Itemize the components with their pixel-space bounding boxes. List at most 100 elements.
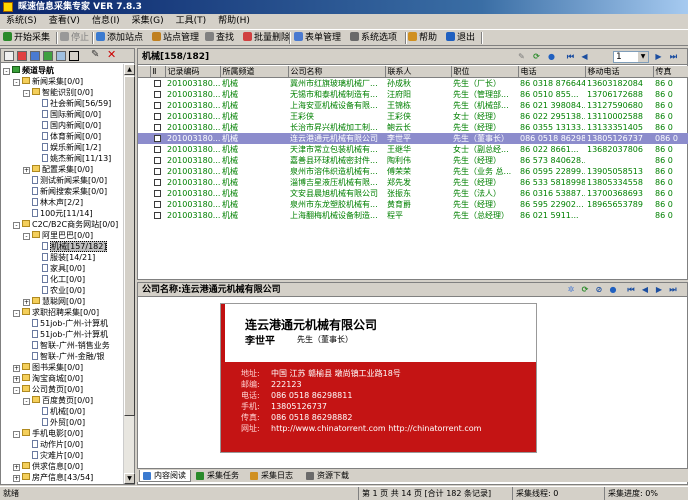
- first-page-icon[interactable]: ⏮: [565, 51, 576, 62]
- column-header[interactable]: 公司名称: [288, 66, 386, 78]
- tree-node[interactable]: - 智能识别[0/0]: [23, 87, 93, 98]
- tree-node[interactable]: 100元[11/14]: [23, 208, 93, 219]
- menu-item[interactable]: 工具(T): [170, 14, 213, 28]
- tree-node[interactable]: 农业[0/0]: [33, 285, 85, 296]
- page-select[interactable]: 1 ▼: [613, 51, 649, 63]
- row-checkbox[interactable]: [154, 146, 161, 153]
- row-checkbox[interactable]: [154, 91, 161, 98]
- row-checkbox-cell[interactable]: [150, 199, 165, 210]
- expand-icon[interactable]: -: [3, 68, 10, 75]
- row-checkbox-cell[interactable]: [150, 210, 165, 221]
- delete-icon[interactable]: ✕: [107, 48, 116, 61]
- expand-icon[interactable]: -: [23, 90, 30, 97]
- tree-node[interactable]: - 手机电影[0/0]: [13, 428, 83, 439]
- table-row[interactable]: 201003180... 机械 文安县晨旭机械有限公司 张振东 先生（法人） 86 031…: [138, 188, 688, 199]
- globe-icon[interactable]: ●: [608, 285, 618, 295]
- menu-item[interactable]: 查看(V): [43, 14, 86, 28]
- table-row[interactable]: 201003180... 机械 泉州市溶伟织造机械有... 傅荣荣 先生（业务 总...…: [138, 166, 688, 177]
- expand-icon[interactable]: +: [13, 376, 20, 383]
- menu-item[interactable]: 采集(G): [126, 14, 170, 28]
- menu-item[interactable]: 信息(I): [86, 14, 126, 28]
- refresh-icon[interactable]: ⟳: [531, 51, 542, 62]
- table-row[interactable]: 201003180... 机械 淄博吉星液压机械有限... 郑先发 先生（经理） 86 5…: [138, 177, 688, 188]
- next-record-icon[interactable]: ▶: [654, 285, 664, 295]
- tree-node[interactable]: + 配置采集[0/0]: [23, 164, 93, 175]
- tree-node[interactable]: - 百度黄页[0/0]: [23, 395, 93, 406]
- expand-icon[interactable]: -: [13, 222, 20, 229]
- row-checkbox[interactable]: [154, 80, 161, 87]
- tree-node[interactable]: 51job-广州-计算机: [23, 318, 108, 329]
- attach-icon[interactable]: ⊘: [594, 285, 604, 295]
- tree-node[interactable]: 社会新闻[56/59]: [33, 98, 111, 109]
- tree-check-icon[interactable]: [4, 51, 14, 61]
- bottom-tab[interactable]: 资源下载: [303, 470, 353, 482]
- bottom-tab[interactable]: 采集任务: [193, 470, 243, 482]
- column-header[interactable]: 联系人: [385, 66, 452, 78]
- row-checkbox-cell[interactable]: [150, 177, 165, 188]
- expand-icon[interactable]: +: [23, 299, 30, 306]
- tree-view-icon[interactable]: [30, 51, 40, 61]
- tree-node[interactable]: - 阿里巴巴[0/0]: [23, 230, 93, 241]
- row-checkbox-cell[interactable]: [150, 155, 165, 166]
- tree-node[interactable]: 国内新闻[0/0]: [33, 120, 101, 131]
- column-header[interactable]: 传真: [653, 66, 688, 78]
- prev-record-icon[interactable]: ◀: [640, 285, 650, 295]
- tree-toggle-icon[interactable]: [69, 51, 79, 61]
- row-checkbox-cell[interactable]: [150, 133, 165, 144]
- row-checkbox[interactable]: [154, 135, 161, 142]
- tree-node[interactable]: 机械[157/182]: [33, 241, 108, 252]
- scroll-thumb[interactable]: [124, 76, 135, 416]
- tree-node[interactable]: 机械[0/0]: [33, 406, 85, 417]
- first-record-icon[interactable]: ⏮: [626, 285, 636, 295]
- tool-icon[interactable]: ✲: [566, 285, 576, 295]
- expand-icon[interactable]: +: [13, 464, 20, 471]
- row-checkbox-cell[interactable]: [150, 188, 165, 199]
- row-checkbox[interactable]: [154, 168, 161, 175]
- row-checkbox-cell[interactable]: [150, 89, 165, 100]
- tree-node[interactable]: 动作片[0/0]: [23, 439, 83, 450]
- tree-add-icon[interactable]: [43, 51, 53, 61]
- expand-icon[interactable]: -: [13, 79, 20, 86]
- row-checkbox[interactable]: [154, 113, 161, 120]
- table-row[interactable]: 201003180... 机械 上海翻梅机械设备制造... 程平 先生（总经理） 86 0…: [138, 210, 688, 221]
- tree-node[interactable]: 国际新闻[0/0]: [33, 109, 101, 120]
- toolbar-button[interactable]: 退出: [446, 31, 475, 45]
- toolbar-button[interactable]: 批量删除: [243, 31, 290, 45]
- toolbar-button[interactable]: 系统选项: [350, 31, 397, 45]
- column-header[interactable]: 电话: [518, 66, 586, 78]
- tree-node[interactable]: 测试新闻采集[0/0]: [23, 175, 107, 186]
- toolbar-button[interactable]: 添加站点: [96, 31, 143, 45]
- column-header[interactable]: 移动电话: [585, 66, 654, 78]
- edit-icon[interactable]: ✎: [91, 49, 99, 60]
- tree-node[interactable]: 外贸[0/0]: [33, 417, 85, 428]
- table-row[interactable]: 201003180... 机械 王彩侠 王彩侠 女士（经理） 86 022 295138.…: [138, 111, 688, 122]
- last-record-icon[interactable]: ⏭: [668, 285, 678, 295]
- row-checkbox[interactable]: [154, 179, 161, 186]
- tree-grid-icon[interactable]: [56, 51, 66, 61]
- toolbar-button[interactable]: 站点管理: [152, 31, 199, 45]
- table-row[interactable]: 201003180... 机械 泉州市东龙塑胶机械有... 黄育爵 先生（经理） 86 5…: [138, 199, 688, 210]
- row-checkbox[interactable]: [154, 124, 161, 131]
- scroll-down-arrow-icon[interactable]: ▼: [124, 473, 135, 484]
- expand-icon[interactable]: +: [13, 365, 20, 372]
- table-row[interactable]: 201003180... 机械 嘉善县环球机械密封件... 陶利伟 先生（经理） 86 5…: [138, 155, 688, 166]
- tree-node[interactable]: - 新闻采集[0/0]: [13, 76, 83, 87]
- tree-node[interactable]: + 房产信息[43/54]: [13, 472, 93, 483]
- row-checkbox-cell[interactable]: [150, 111, 165, 122]
- row-checkbox[interactable]: [154, 102, 161, 109]
- row-checkbox-cell[interactable]: [150, 100, 165, 111]
- tree-node[interactable]: 姚杰新闻[11/13]: [33, 153, 111, 164]
- table-row[interactable]: 201003180... 机械 冀州市红旗玻璃机械厂... 孙成秋 先生（厂长） 86 0…: [138, 78, 688, 90]
- toolbar-button[interactable]: 查找: [205, 31, 234, 45]
- column-header[interactable]: Ⅱ: [150, 66, 166, 78]
- globe-icon[interactable]: ●: [546, 51, 557, 62]
- row-checkbox-cell[interactable]: [150, 166, 165, 177]
- tree-scrollbar[interactable]: ▲ ▼: [123, 64, 135, 484]
- table-row[interactable]: 201003180... 机械 上海安亚机械设备有限... 王锦栋 先生（机械部... 8…: [138, 100, 688, 111]
- column-header[interactable]: 职位: [451, 66, 519, 78]
- tree-node[interactable]: + 慧聪网[0/0]: [23, 296, 85, 307]
- tree-node[interactable]: 智联-广州-金融/银: [23, 351, 104, 362]
- tree-node[interactable]: + 供求信息[0/0]: [13, 461, 83, 472]
- tree-node[interactable]: 化工[0/0]: [33, 274, 85, 285]
- table-row[interactable]: 201003180... 机械 长治市昇兴机械加工制... 鲍云长 先生（经理） 86 0…: [138, 122, 688, 133]
